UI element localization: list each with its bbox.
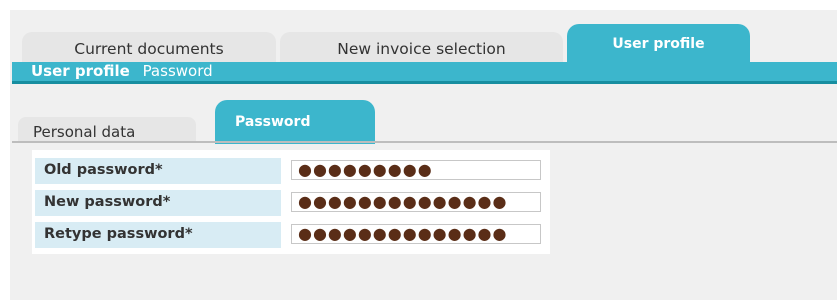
old-password-value: ●●●●●●●●● [298, 160, 433, 179]
subtab-divider [12, 141, 837, 143]
old-password-row: Old password* ●●●●●●●●● [32, 154, 550, 186]
tab-current-documents-label: Current documents [74, 40, 224, 58]
breadcrumb-user-profile[interactable]: User profile [31, 62, 130, 80]
top-strip [0, 0, 837, 10]
retype-password-value: ●●●●●●●●●●●●●● [298, 224, 508, 243]
tab-user-profile[interactable]: User profile [567, 24, 750, 64]
tab-current-documents[interactable]: Current documents [22, 32, 276, 62]
breadcrumb: User profile Password [12, 62, 837, 84]
tab-new-invoice-selection[interactable]: New invoice selection [280, 32, 563, 62]
retype-password-label: Retype password* [35, 222, 281, 248]
breadcrumb-password[interactable]: Password [143, 62, 213, 80]
subtab-personal-data[interactable]: Personal data [18, 117, 196, 143]
new-password-field[interactable]: ●●●●●●●●●●●●●● [291, 192, 541, 212]
subtab-password-label: Password [235, 114, 311, 130]
old-password-field[interactable]: ●●●●●●●●● [291, 160, 541, 180]
new-password-row: New password* ●●●●●●●●●●●●●● [32, 186, 550, 218]
subtab-password[interactable]: Password [215, 100, 375, 144]
new-password-value: ●●●●●●●●●●●●●● [298, 192, 508, 211]
tab-user-profile-label: User profile [612, 36, 705, 52]
old-password-label: Old password* [35, 158, 281, 184]
retype-password-field[interactable]: ●●●●●●●●●●●●●● [291, 224, 541, 244]
password-form: Old password* ●●●●●●●●● New password* ●●… [32, 150, 550, 254]
left-border [0, 10, 10, 300]
retype-password-row: Retype password* ●●●●●●●●●●●●●● [32, 218, 550, 250]
tab-new-invoice-selection-label: New invoice selection [337, 40, 506, 58]
new-password-label: New password* [35, 190, 281, 216]
subtab-personal-data-label: Personal data [33, 123, 136, 141]
